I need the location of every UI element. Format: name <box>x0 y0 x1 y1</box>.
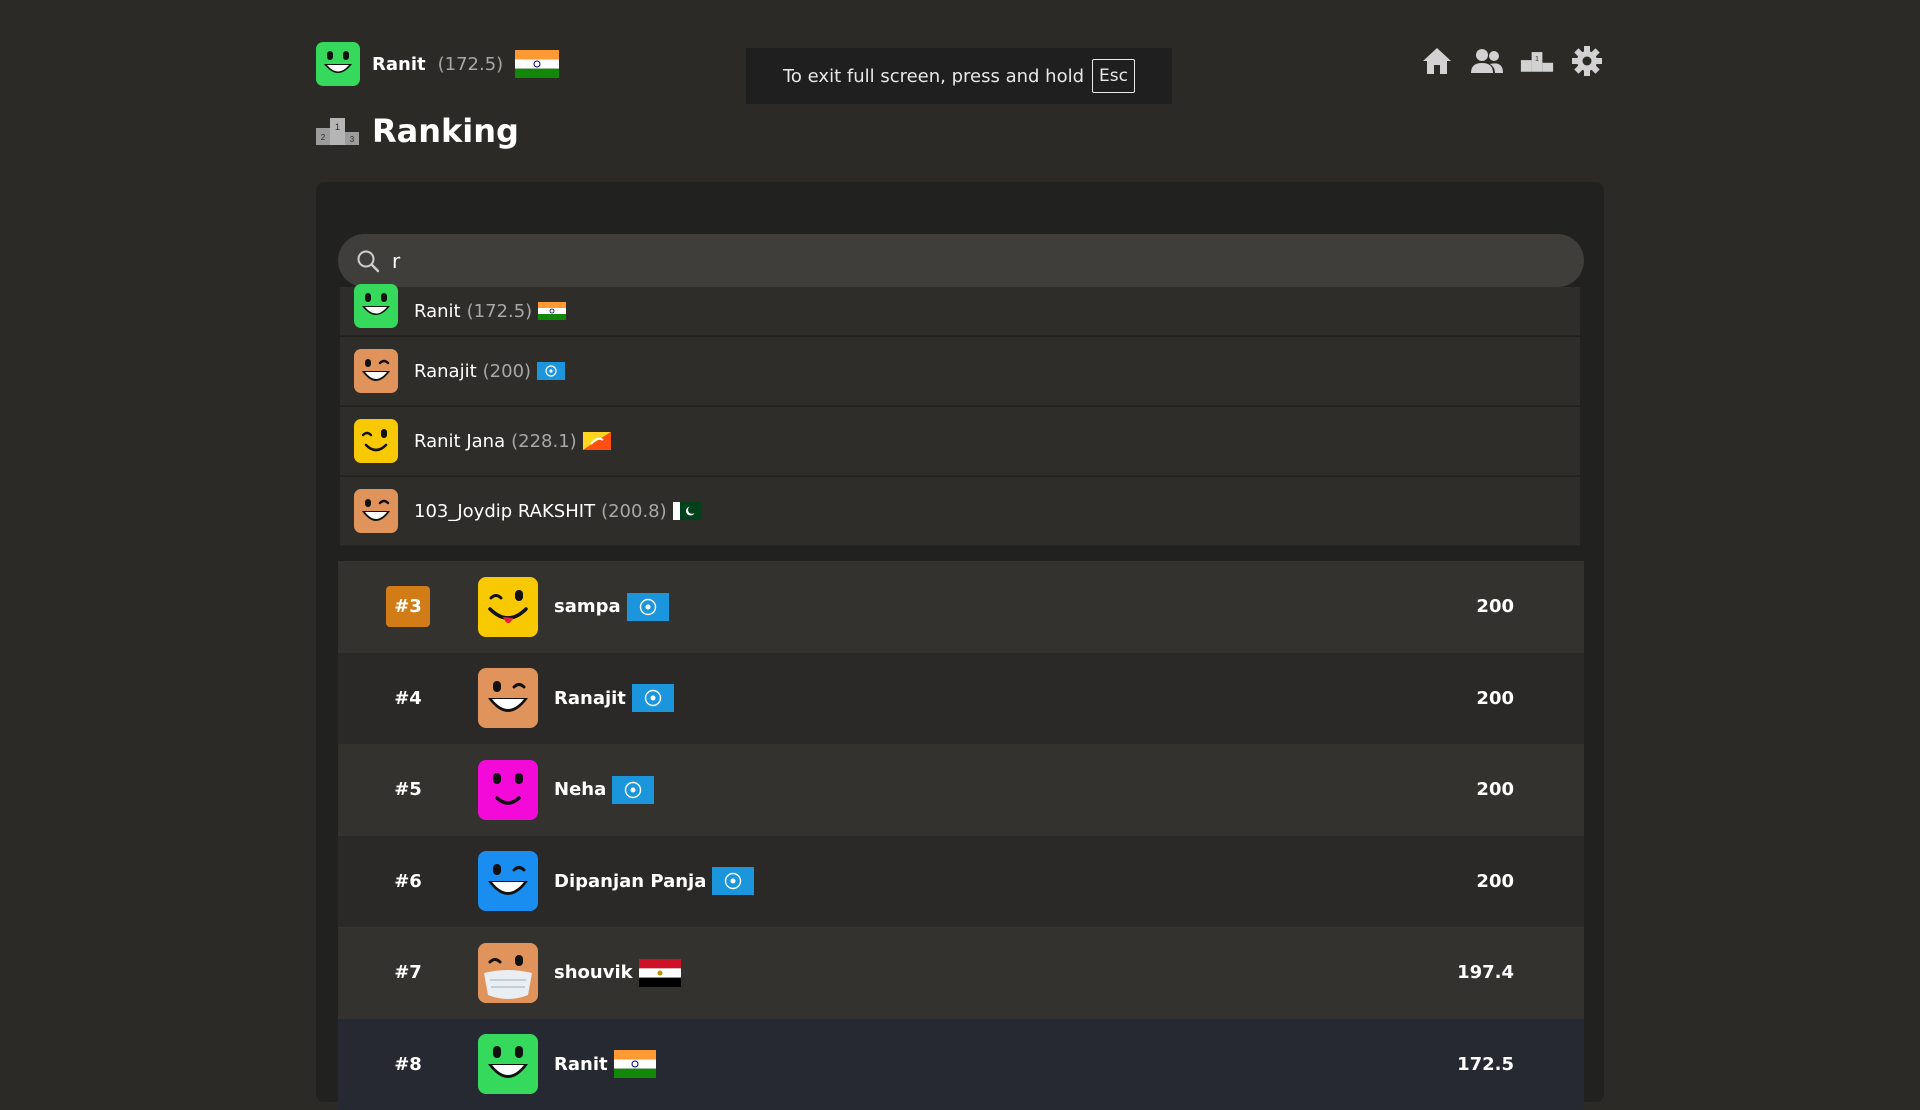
friends-icon[interactable] <box>1470 44 1504 78</box>
player-name: Dipanjan Panja <box>554 871 706 892</box>
search-result-item[interactable]: Ranajit (200) <box>340 337 1580 406</box>
result-rating: (200.8) <box>601 501 667 522</box>
page-heading: 12 3 Ranking <box>316 112 519 150</box>
egypt-flag-icon <box>639 959 681 987</box>
un-flag-icon <box>537 362 565 380</box>
search-bar[interactable] <box>338 234 1584 287</box>
result-name: Ranit <box>414 301 461 322</box>
avatar <box>478 851 538 911</box>
podium-icon: 12 3 <box>316 116 360 146</box>
avatar <box>478 577 538 637</box>
india-flag-icon <box>515 50 559 78</box>
rank-number: #3 <box>386 586 430 627</box>
result-rating: (228.1) <box>511 431 577 452</box>
user-avatar <box>316 42 360 86</box>
esc-key: Esc <box>1092 59 1135 93</box>
current-user[interactable]: Ranit (172.5) <box>316 42 559 86</box>
player-score: 200 <box>1476 779 1514 800</box>
india-flag-icon <box>538 302 566 320</box>
player-name: shouvik <box>554 962 633 983</box>
avatar <box>478 943 538 1003</box>
ranking-list: #3 sampa 200 #4 Ranajit 200 #5 <box>338 561 1584 1110</box>
rank-number: #7 <box>338 962 478 983</box>
un-flag-icon <box>627 593 669 621</box>
result-name: Ranit Jana <box>414 431 505 452</box>
avatar <box>478 668 538 728</box>
rank-badge: #3 <box>338 596 478 617</box>
player-name: Ranit <box>554 1054 608 1075</box>
result-rating: (200) <box>483 361 531 382</box>
user-name: Ranit <box>372 54 426 75</box>
table-row[interactable]: #6 Dipanjan Panja 200 <box>338 836 1584 928</box>
rank-number: #4 <box>338 688 478 709</box>
toast-text: To exit full screen, press and hold <box>783 66 1084 87</box>
search-results: Ranit (172.5) Ranajit (200) Ranit Jana (… <box>340 287 1580 547</box>
search-icon <box>354 247 382 275</box>
svg-text:2: 2 <box>321 133 326 142</box>
table-row[interactable]: #5 Neha 200 <box>338 744 1584 836</box>
player-name: sampa <box>554 596 621 617</box>
player-score: 197.4 <box>1457 962 1514 983</box>
un-flag-icon <box>632 684 674 712</box>
search-result-item[interactable]: 103_Joydip RAKSHIT (200.8) <box>340 477 1580 546</box>
podium-icon[interactable]: 1 <box>1520 44 1554 78</box>
player-score: 172.5 <box>1457 1054 1514 1075</box>
avatar <box>478 1034 538 1094</box>
page-title: Ranking <box>372 112 519 150</box>
rank-number: #5 <box>338 779 478 800</box>
result-name: Ranajit <box>414 361 477 382</box>
player-name: Ranajit <box>554 688 626 709</box>
svg-text:3: 3 <box>350 135 355 144</box>
table-row-current-user[interactable]: #8 Ranit 172.5 <box>338 1019 1584 1110</box>
avatar <box>354 284 398 328</box>
un-flag-icon <box>612 776 654 804</box>
player-score: 200 <box>1476 871 1514 892</box>
result-rating: (172.5) <box>467 301 533 322</box>
avatar <box>354 419 398 463</box>
player-name: Neha <box>554 779 606 800</box>
player-score: 200 <box>1476 688 1514 709</box>
pakistan-flag-icon <box>673 502 701 520</box>
un-flag-icon <box>712 867 754 895</box>
bhutan-flag-icon <box>583 432 611 450</box>
search-result-item[interactable]: Ranit Jana (228.1) <box>340 407 1580 476</box>
avatar <box>354 349 398 393</box>
search-result-item[interactable]: Ranit (172.5) <box>340 287 1580 336</box>
gear-icon[interactable] <box>1570 44 1604 78</box>
avatar <box>354 489 398 533</box>
result-name: 103_Joydip RAKSHIT <box>414 501 595 522</box>
search-input[interactable] <box>390 248 1494 274</box>
player-score: 200 <box>1476 596 1514 617</box>
svg-text:1: 1 <box>1535 55 1539 63</box>
top-nav: 1 <box>1420 44 1604 78</box>
table-row[interactable]: #7 shouvik 197.4 <box>338 927 1584 1019</box>
rank-number: #8 <box>338 1054 478 1075</box>
table-row[interactable]: #3 sampa 200 <box>338 561 1584 653</box>
user-rating: (172.5) <box>438 54 504 75</box>
home-icon[interactable] <box>1420 44 1454 78</box>
india-flag-icon <box>614 1050 656 1078</box>
avatar <box>478 760 538 820</box>
table-row[interactable]: #4 Ranajit 200 <box>338 653 1584 745</box>
fullscreen-toast: To exit full screen, press and hold Esc <box>746 48 1172 104</box>
svg-text:1: 1 <box>335 122 340 132</box>
rank-number: #6 <box>338 871 478 892</box>
